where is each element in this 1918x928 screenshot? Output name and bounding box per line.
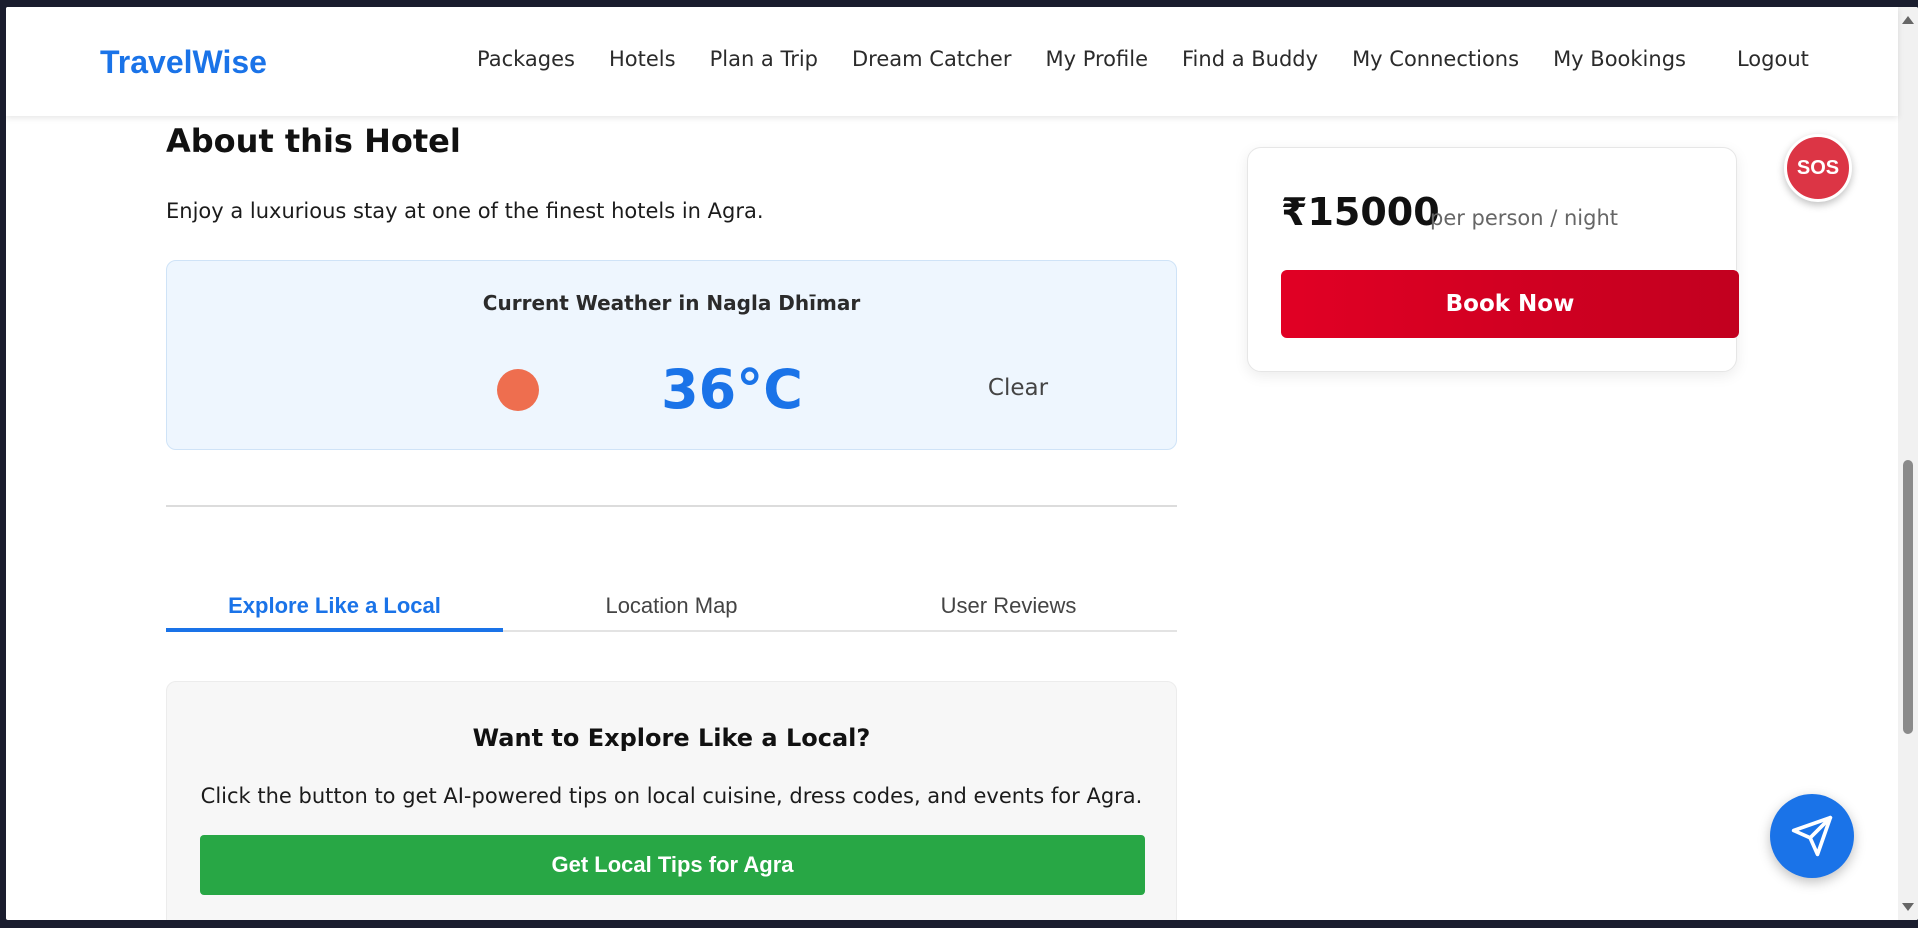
weather-condition: Clear [987, 375, 1049, 401]
logout-link[interactable]: Logout [1737, 47, 1809, 71]
about-hotel-description: Enjoy a luxurious stay at one of the fin… [166, 199, 764, 223]
sun-icon [497, 369, 539, 411]
about-hotel-heading: About this Hotel [166, 122, 461, 160]
scroll-thumb[interactable] [1903, 460, 1913, 734]
tab-bar: Explore Like a Local Location Map User R… [166, 572, 1177, 632]
sos-button[interactable]: SOS [1784, 134, 1852, 202]
nav-link-find-a-buddy[interactable]: Find a Buddy [1182, 47, 1318, 71]
browser-viewport: TravelWise Packages Hotels Plan a Trip D… [6, 7, 1918, 920]
scroll-down-arrow-icon[interactable] [1902, 903, 1914, 911]
chat-send-button[interactable] [1770, 794, 1854, 878]
weather-title: Current Weather in Nagla Dhīmar [482, 291, 861, 315]
brand-logo[interactable]: TravelWise [100, 44, 267, 81]
nav-link-dream-catcher[interactable]: Dream Catcher [852, 47, 1011, 71]
explore-local-description: Click the button to get AI-powered tips … [200, 784, 1143, 808]
booking-card: ₹15000 per person / night Book Now [1247, 147, 1739, 372]
tab-location-map[interactable]: Location Map [503, 572, 840, 630]
explore-local-title: Want to Explore Like a Local? [472, 724, 871, 752]
tab-explore-like-a-local[interactable]: Explore Like a Local [166, 572, 503, 632]
price-unit: per person / night [1430, 206, 1618, 230]
tab-user-reviews[interactable]: User Reviews [840, 572, 1177, 630]
vertical-scrollbar[interactable] [1898, 7, 1918, 920]
price-amount: ₹15000 [1281, 190, 1440, 234]
scroll-up-arrow-icon[interactable] [1902, 16, 1914, 24]
navbar: TravelWise Packages Hotels Plan a Trip D… [6, 7, 1898, 116]
section-divider [166, 505, 1177, 507]
nav-link-my-bookings[interactable]: My Bookings [1553, 47, 1686, 71]
get-local-tips-button[interactable]: Get Local Tips for Agra [200, 835, 1145, 895]
nav-link-plan-a-trip[interactable]: Plan a Trip [710, 47, 818, 71]
paper-plane-icon [1791, 815, 1833, 857]
nav-link-my-profile[interactable]: My Profile [1045, 47, 1148, 71]
nav-link-my-connections[interactable]: My Connections [1352, 47, 1519, 71]
nav-link-hotels[interactable]: Hotels [609, 47, 676, 71]
weather-temperature: 36°C [661, 358, 803, 421]
nav-links: Packages Hotels Plan a Trip Dream Catche… [477, 47, 1809, 71]
book-now-button[interactable]: Book Now [1281, 270, 1739, 338]
weather-card: Current Weather in Nagla Dhīmar 36°C Cle… [166, 260, 1177, 450]
explore-local-card: Want to Explore Like a Local? Click the … [166, 681, 1177, 920]
nav-link-packages[interactable]: Packages [477, 47, 575, 71]
